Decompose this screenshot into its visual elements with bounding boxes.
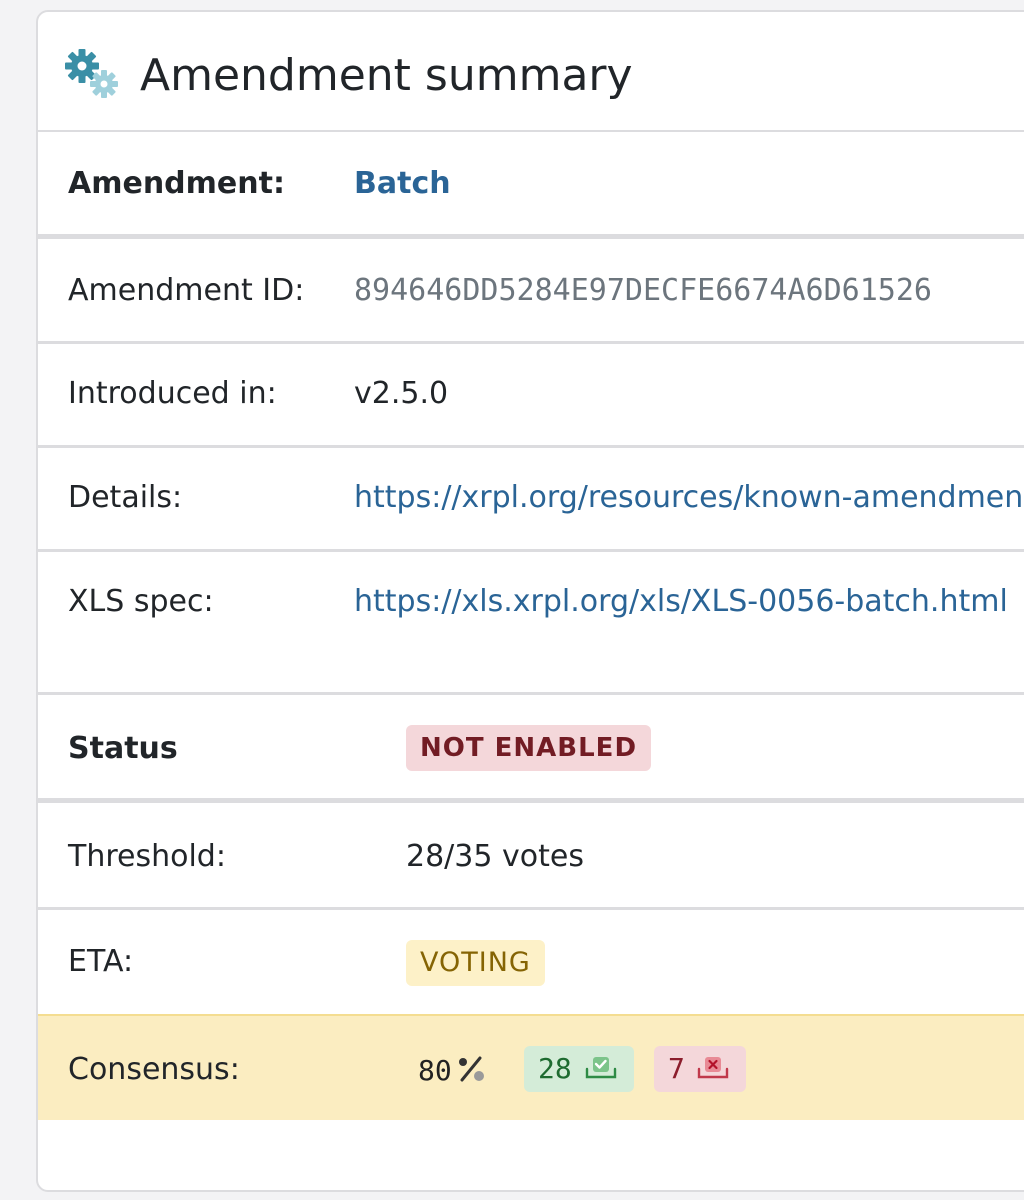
status-label: Status — [68, 731, 178, 766]
introduced-value: v2.5.0 — [354, 376, 449, 411]
no-votes-count: 7 — [668, 1052, 685, 1085]
amendment-summary-card: Amendment summary Amendment: Batch Amend… — [36, 10, 1024, 1192]
x-box-icon — [697, 1057, 729, 1079]
eta-badge: VOTING — [406, 940, 545, 986]
consensus-percent: 80 — [418, 1054, 486, 1087]
details-label: Details: — [68, 480, 183, 515]
gears-icon — [65, 49, 118, 98]
percent-icon — [458, 1056, 484, 1082]
card-header: Amendment summary — [38, 12, 1024, 132]
details-row: Details: https://xrpl.org/resources/know… — [38, 448, 1024, 550]
status-row: Status NOT ENABLED — [38, 695, 1024, 799]
threshold-row: Threshold: 28/35 votes — [38, 803, 1024, 907]
amendment-name-link[interactable]: Batch — [354, 166, 451, 201]
threshold-value: 28/35 votes — [406, 839, 584, 874]
yes-votes-count: 28 — [538, 1052, 572, 1085]
eta-row: ETA: VOTING — [38, 910, 1024, 1014]
amendment-id-row: Amendment ID: 894646DD5284E97DECFE6674A6… — [38, 239, 1024, 343]
xls-spec-link[interactable]: https://xls.xrpl.org/xls/XLS-0056-batch.… — [354, 584, 1008, 619]
consensus-percent-value: 80 — [418, 1054, 452, 1087]
amendment-id-label: Amendment ID: — [68, 273, 305, 308]
introduced-label: Introduced in: — [68, 376, 277, 411]
card-title: Amendment summary — [140, 50, 633, 101]
consensus-label: Consensus: — [68, 1052, 240, 1087]
xls-spec-label: XLS spec: — [68, 584, 214, 619]
check-box-icon — [585, 1057, 617, 1079]
introduced-row: Introduced in: v2.5.0 — [38, 344, 1024, 446]
eta-label: ETA: — [68, 944, 134, 979]
no-votes-badge: 7 — [654, 1046, 746, 1092]
details-link[interactable]: https://xrpl.org/resources/known-amendme… — [354, 480, 1024, 515]
yes-votes-badge: 28 — [524, 1046, 634, 1092]
amendment-id-value: 894646DD5284E97DECFE6674A6D61526 — [354, 273, 932, 308]
threshold-label: Threshold: — [68, 839, 226, 874]
xls-spec-row: XLS spec: https://xls.xrpl.org/xls/XLS-0… — [38, 552, 1024, 692]
consensus-row: Consensus: 80 28 7 — [38, 1014, 1024, 1120]
amendment-row: Amendment: Batch — [38, 132, 1024, 244]
status-badge: NOT ENABLED — [406, 725, 652, 771]
amendment-label: Amendment: — [68, 166, 285, 201]
